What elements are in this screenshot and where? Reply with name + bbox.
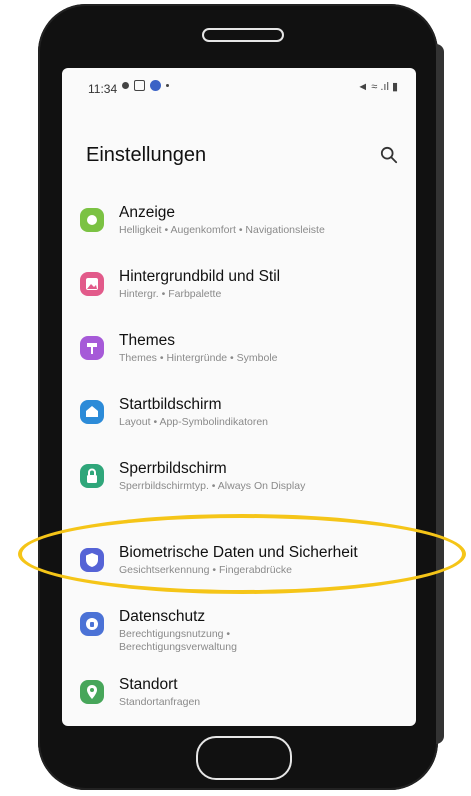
status-time: 11:34	[88, 82, 118, 96]
settings-item-hintergrundbild[interactable]: Hintergrundbild und Stil Hintergr. • Far…	[80, 268, 400, 330]
more-notifications-icon	[166, 84, 169, 87]
home-button[interactable]	[196, 736, 292, 780]
settings-item-themes[interactable]: Themes Themes • Hintergründe • Symbole	[80, 332, 400, 394]
app-notification-icon	[122, 82, 129, 89]
gallery-notification-icon	[134, 80, 145, 91]
speaker-slot	[202, 28, 284, 42]
settings-item-title: Startbildschirm	[119, 396, 222, 413]
mute-wifi-signal-battery-icons: ◄ ≈ .ıl ▮	[357, 81, 398, 93]
settings-item-subtitle: Berechtigungsnutzung • Berechtigungsverw…	[119, 628, 237, 653]
settings-item-subtitle: Standortanfragen	[119, 696, 201, 708]
notification-icons	[122, 80, 169, 91]
page-title: Einstellungen	[86, 144, 207, 166]
lock-icon	[80, 464, 104, 488]
settings-item-anzeige[interactable]: Anzeige Helligkeit • Augenkomfort • Navi…	[80, 204, 400, 266]
settings-screen: 11:34 ◄ ≈ .ıl ▮ Einstellungen Anzeige He…	[62, 68, 416, 726]
settings-item-subtitle: Sperrbildschirmtyp. • Always On Display	[119, 480, 306, 492]
home-screen-icon	[80, 400, 104, 424]
settings-item-datenschutz[interactable]: Datenschutz Berechtigungsnutzung • Berec…	[80, 608, 400, 670]
settings-item-startbildschirm[interactable]: Startbildschirm Layout • App-Symbolindik…	[80, 396, 400, 458]
settings-item-title: Anzeige	[119, 204, 176, 221]
themes-icon	[80, 336, 104, 360]
highlight-ellipse	[18, 514, 466, 594]
settings-item-standort[interactable]: Standort Standortanfragen	[80, 676, 400, 726]
location-icon	[80, 680, 104, 704]
settings-item-subtitle: Layout • App-Symbolindikatoren	[119, 416, 269, 428]
display-icon	[80, 208, 104, 232]
search-icon[interactable]	[380, 146, 398, 164]
system-icons: ◄ ≈ .ıl ▮	[357, 80, 398, 93]
settings-item-title: Standort	[119, 676, 178, 693]
settings-item-title: Datenschutz	[119, 608, 206, 625]
status-bar: 11:34 ◄ ≈ .ıl ▮	[62, 68, 416, 108]
security-notification-icon	[150, 80, 161, 91]
settings-item-subtitle: Hintergr. • Farbpalette	[119, 288, 222, 300]
settings-item-title: Hintergrundbild und Stil	[119, 268, 281, 285]
wallpaper-icon	[80, 272, 104, 296]
settings-item-subtitle: Helligkeit • Augenkomfort • Navigationsl…	[119, 224, 325, 236]
settings-item-title: Themes	[119, 332, 175, 349]
settings-item-title: Sperrbildschirm	[119, 460, 227, 477]
privacy-icon	[80, 612, 104, 636]
settings-item-subtitle: Themes • Hintergründe • Symbole	[119, 352, 278, 364]
